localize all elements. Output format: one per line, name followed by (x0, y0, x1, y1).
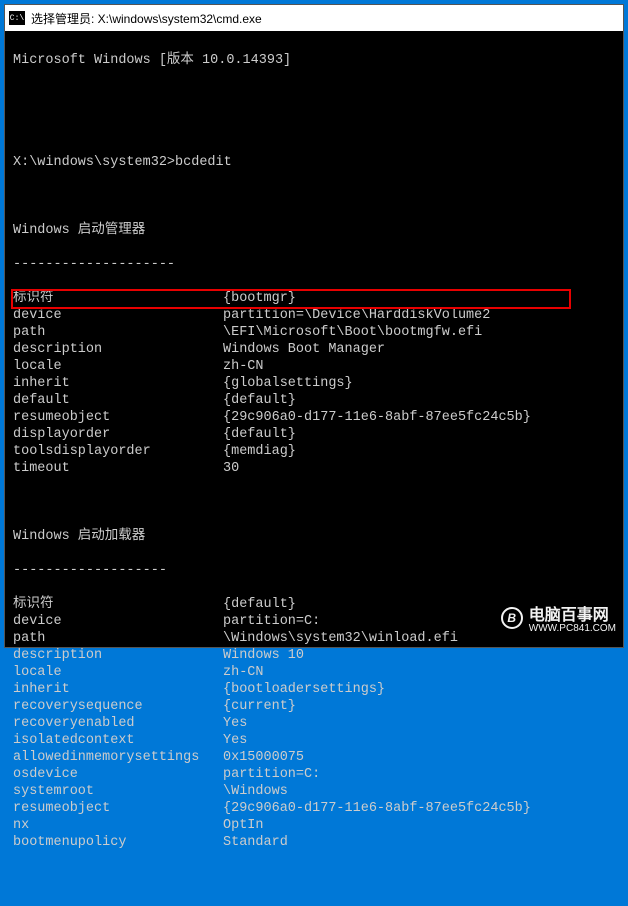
watermark: B 电脑百事网 WWW.PC841.COM (501, 601, 616, 634)
entry-key: locale (13, 358, 223, 375)
cmd-icon: C:\ (9, 11, 25, 25)
entry-row: path\EFI\Microsoft\Boot\bootmgfw.efi (13, 324, 615, 341)
entry-key: timeout (13, 460, 223, 477)
entry-value: {globalsettings} (223, 375, 353, 392)
entry-value: {default} (223, 426, 296, 443)
watermark-text: 电脑百事网 (529, 607, 609, 624)
boot-manager-entries: 标识符{bootmgr}devicepartition=\Device\Hard… (13, 290, 615, 477)
entry-value: {default} (223, 596, 296, 613)
entry-key: inherit (13, 375, 223, 392)
entry-key: path (13, 324, 223, 341)
entry-row: inherit{globalsettings} (13, 375, 615, 392)
entry-key: resumeobject (13, 409, 223, 426)
cmd-window: C:\ 选择管理员: X:\windows\system32\cmd.exe M… (4, 4, 624, 648)
entry-key: isolatedcontext (13, 732, 223, 749)
entry-row: systemroot\Windows (13, 783, 615, 800)
entry-key: resumeobject (13, 800, 223, 817)
entry-key: device (13, 307, 223, 324)
entry-key: bootmenupolicy (13, 834, 223, 851)
terminal-output[interactable]: Microsoft Windows [版本 10.0.14393] X:\win… (5, 31, 623, 906)
entry-key: inherit (13, 681, 223, 698)
entry-value: Windows Boot Manager (223, 341, 385, 358)
entry-value: {bootloadersettings} (223, 681, 385, 698)
entry-value: \EFI\Microsoft\Boot\bootmgfw.efi (223, 324, 482, 341)
entry-row: descriptionWindows 10 (13, 647, 615, 664)
entry-value: OptIn (223, 817, 264, 834)
entry-row: default{default} (13, 392, 615, 409)
entry-key: description (13, 341, 223, 358)
entry-key: 标识符 (13, 290, 223, 307)
entry-value: {current} (223, 698, 296, 715)
entry-row: descriptionWindows Boot Manager (13, 341, 615, 358)
entry-value: partition=\Device\HarddiskVolume2 (223, 307, 490, 324)
entry-value: Windows 10 (223, 647, 304, 664)
entry-value: {29c906a0-d177-11e6-8abf-87ee5fc24c5b} (223, 409, 531, 426)
watermark-url: WWW.PC841.COM (529, 623, 616, 634)
entry-value: {default} (223, 392, 296, 409)
entry-value: {bootmgr} (223, 290, 296, 307)
command-text: bcdedit (175, 155, 232, 170)
entry-value: 0x15000075 (223, 749, 304, 766)
entry-row: bootmenupolicyStandard (13, 834, 615, 851)
entry-row: localezh-CN (13, 664, 615, 681)
entry-row: inherit{bootloadersettings} (13, 681, 615, 698)
entry-value: Yes (223, 715, 247, 732)
entry-row: resumeobject{29c906a0-d177-11e6-8abf-87e… (13, 800, 615, 817)
prompt-line: X:\windows\system32>bcdedit (13, 154, 615, 171)
entry-key: path (13, 630, 223, 647)
entry-value: Standard (223, 834, 288, 851)
entry-key: 标识符 (13, 596, 223, 613)
entry-row: osdevicepartition=C: (13, 766, 615, 783)
entry-value: zh-CN (223, 664, 264, 681)
entry-row: resumeobject{29c906a0-d177-11e6-8abf-87e… (13, 409, 615, 426)
entry-value: {memdiag} (223, 443, 296, 460)
divider: ------------------- (13, 562, 615, 579)
entry-row: nxOptIn (13, 817, 615, 834)
section-title-loader: Windows 启动加载器 (13, 528, 615, 545)
entry-value: Yes (223, 732, 247, 749)
entry-key: toolsdisplayorder (13, 443, 223, 460)
boot-loader-entries: 标识符{default}devicepartition=C:path\Windo… (13, 596, 615, 851)
entry-value: partition=C: (223, 613, 320, 630)
entry-row: toolsdisplayorder{memdiag} (13, 443, 615, 460)
entry-key: nx (13, 817, 223, 834)
entry-key: recoverysequence (13, 698, 223, 715)
entry-key: device (13, 613, 223, 630)
entry-row: devicepartition=\Device\HarddiskVolume2 (13, 307, 615, 324)
entry-key: displayorder (13, 426, 223, 443)
entry-key: allowedinmemorysettings (13, 749, 223, 766)
entry-key: systemroot (13, 783, 223, 800)
entry-key: locale (13, 664, 223, 681)
entry-row: isolatedcontextYes (13, 732, 615, 749)
entry-row: recoveryenabledYes (13, 715, 615, 732)
version-line: Microsoft Windows [版本 10.0.14393] (13, 52, 615, 69)
entry-value: \Windows\system32\winload.efi (223, 630, 458, 647)
entry-value: 30 (223, 460, 239, 477)
entry-row: localezh-CN (13, 358, 615, 375)
entry-key: description (13, 647, 223, 664)
entry-value: \Windows (223, 783, 288, 800)
entry-value: {29c906a0-d177-11e6-8abf-87ee5fc24c5b} (223, 800, 531, 817)
titlebar[interactable]: C:\ 选择管理员: X:\windows\system32\cmd.exe (5, 5, 623, 31)
entry-row: recoverysequence{current} (13, 698, 615, 715)
entry-key: osdevice (13, 766, 223, 783)
section-title-bootmgr: Windows 启动管理器 (13, 222, 615, 239)
entry-row: allowedinmemorysettings0x15000075 (13, 749, 615, 766)
window-title: 选择管理员: X:\windows\system32\cmd.exe (31, 10, 262, 27)
entry-row: 标识符{bootmgr} (13, 290, 615, 307)
watermark-logo-icon: B (501, 607, 523, 629)
entry-key: default (13, 392, 223, 409)
divider: -------------------- (13, 256, 615, 273)
entry-row: displayorder{default} (13, 426, 615, 443)
entry-row: timeout30 (13, 460, 615, 477)
entry-key: recoveryenabled (13, 715, 223, 732)
entry-value: partition=C: (223, 766, 320, 783)
entry-value: zh-CN (223, 358, 264, 375)
